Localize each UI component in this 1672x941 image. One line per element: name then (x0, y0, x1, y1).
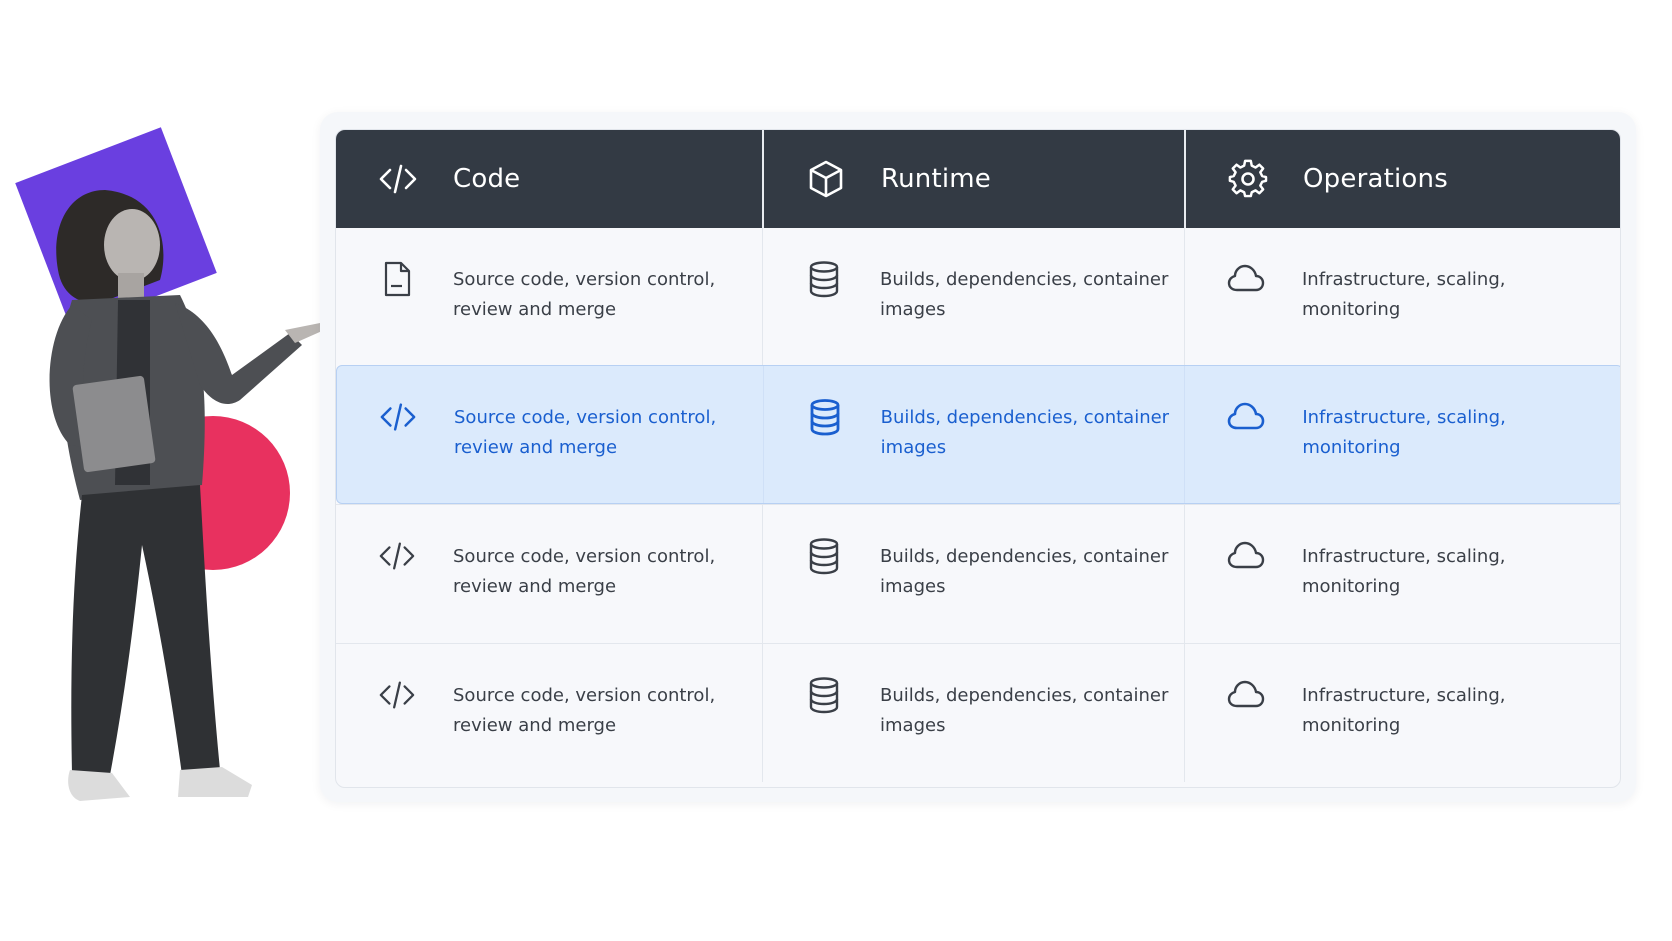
cell-text: Source code, version control, review and… (453, 685, 716, 736)
code-icon (378, 676, 416, 714)
table-header: Code Runtime Operations (336, 130, 1620, 228)
cell-text: Source code, version control, review and… (453, 269, 716, 320)
table-row[interactable]: Source code, version control, review and… (336, 504, 1620, 643)
cloud-icon (1227, 398, 1265, 436)
table-cell-code: Source code, version control, review and… (336, 228, 762, 365)
table-cell-operations: Infrastructure, scaling, monitoring (1184, 366, 1620, 503)
column-header-code[interactable]: Code (336, 130, 762, 228)
table-cell-runtime: Builds, dependencies, container images (762, 366, 1185, 503)
cell-text: Builds, dependencies, container images (880, 685, 1169, 736)
table-cell-runtime: Builds, dependencies, container images (762, 505, 1184, 643)
table-cell-runtime: Builds, dependencies, container images (762, 644, 1184, 782)
cell-text: Builds, dependencies, container images (880, 407, 1170, 458)
database-icon (805, 676, 843, 714)
table-cell-code: Source code, version control, review and… (336, 644, 762, 782)
cell-text: Infrastructure, scaling, monitoring (1302, 407, 1506, 458)
table-cell-operations: Infrastructure, scaling, monitoring (1184, 228, 1620, 365)
table-body: Source code, version control, review and… (336, 228, 1620, 782)
table-row[interactable]: Source code, version control, review and… (336, 643, 1620, 782)
cube-icon (806, 159, 846, 199)
table-row[interactable]: Source code, version control, review and… (336, 228, 1620, 365)
table-cell-code: Source code, version control, review and… (337, 366, 763, 503)
cell-text: Infrastructure, scaling, monitoring (1302, 269, 1506, 320)
code-icon (379, 398, 417, 436)
table-row-highlighted[interactable]: Source code, version control, review and… (336, 365, 1620, 504)
document-icon (378, 260, 416, 298)
database-icon (805, 537, 843, 575)
column-header-label: Code (453, 164, 521, 194)
cell-text: Source code, version control, review and… (453, 546, 716, 597)
table-cell-operations: Infrastructure, scaling, monitoring (1184, 644, 1620, 782)
table-cell-runtime: Builds, dependencies, container images (762, 228, 1184, 365)
table-cell-operations: Infrastructure, scaling, monitoring (1184, 505, 1620, 643)
cell-text: Infrastructure, scaling, monitoring (1302, 546, 1506, 597)
code-icon (378, 537, 416, 575)
column-header-runtime[interactable]: Runtime (762, 130, 1184, 228)
gear-icon (1228, 159, 1268, 199)
column-header-operations[interactable]: Operations (1184, 130, 1620, 228)
person-illustration (49, 190, 322, 801)
cell-text: Builds, dependencies, container images (880, 269, 1169, 320)
cloud-icon (1227, 537, 1265, 575)
code-icon (378, 159, 418, 199)
page: Code Runtime Operations Source code, ver… (0, 0, 1672, 941)
column-header-label: Runtime (881, 164, 991, 194)
cell-text: Source code, version control, review and… (454, 407, 717, 458)
database-icon (805, 260, 843, 298)
column-header-label: Operations (1303, 164, 1448, 194)
database-icon (806, 398, 844, 436)
comparison-table: Code Runtime Operations Source code, ver… (335, 129, 1621, 788)
cloud-icon (1227, 260, 1265, 298)
cloud-icon (1227, 676, 1265, 714)
cell-text: Builds, dependencies, container images (880, 546, 1169, 597)
cell-text: Infrastructure, scaling, monitoring (1302, 685, 1506, 736)
table-cell-code: Source code, version control, review and… (336, 505, 762, 643)
